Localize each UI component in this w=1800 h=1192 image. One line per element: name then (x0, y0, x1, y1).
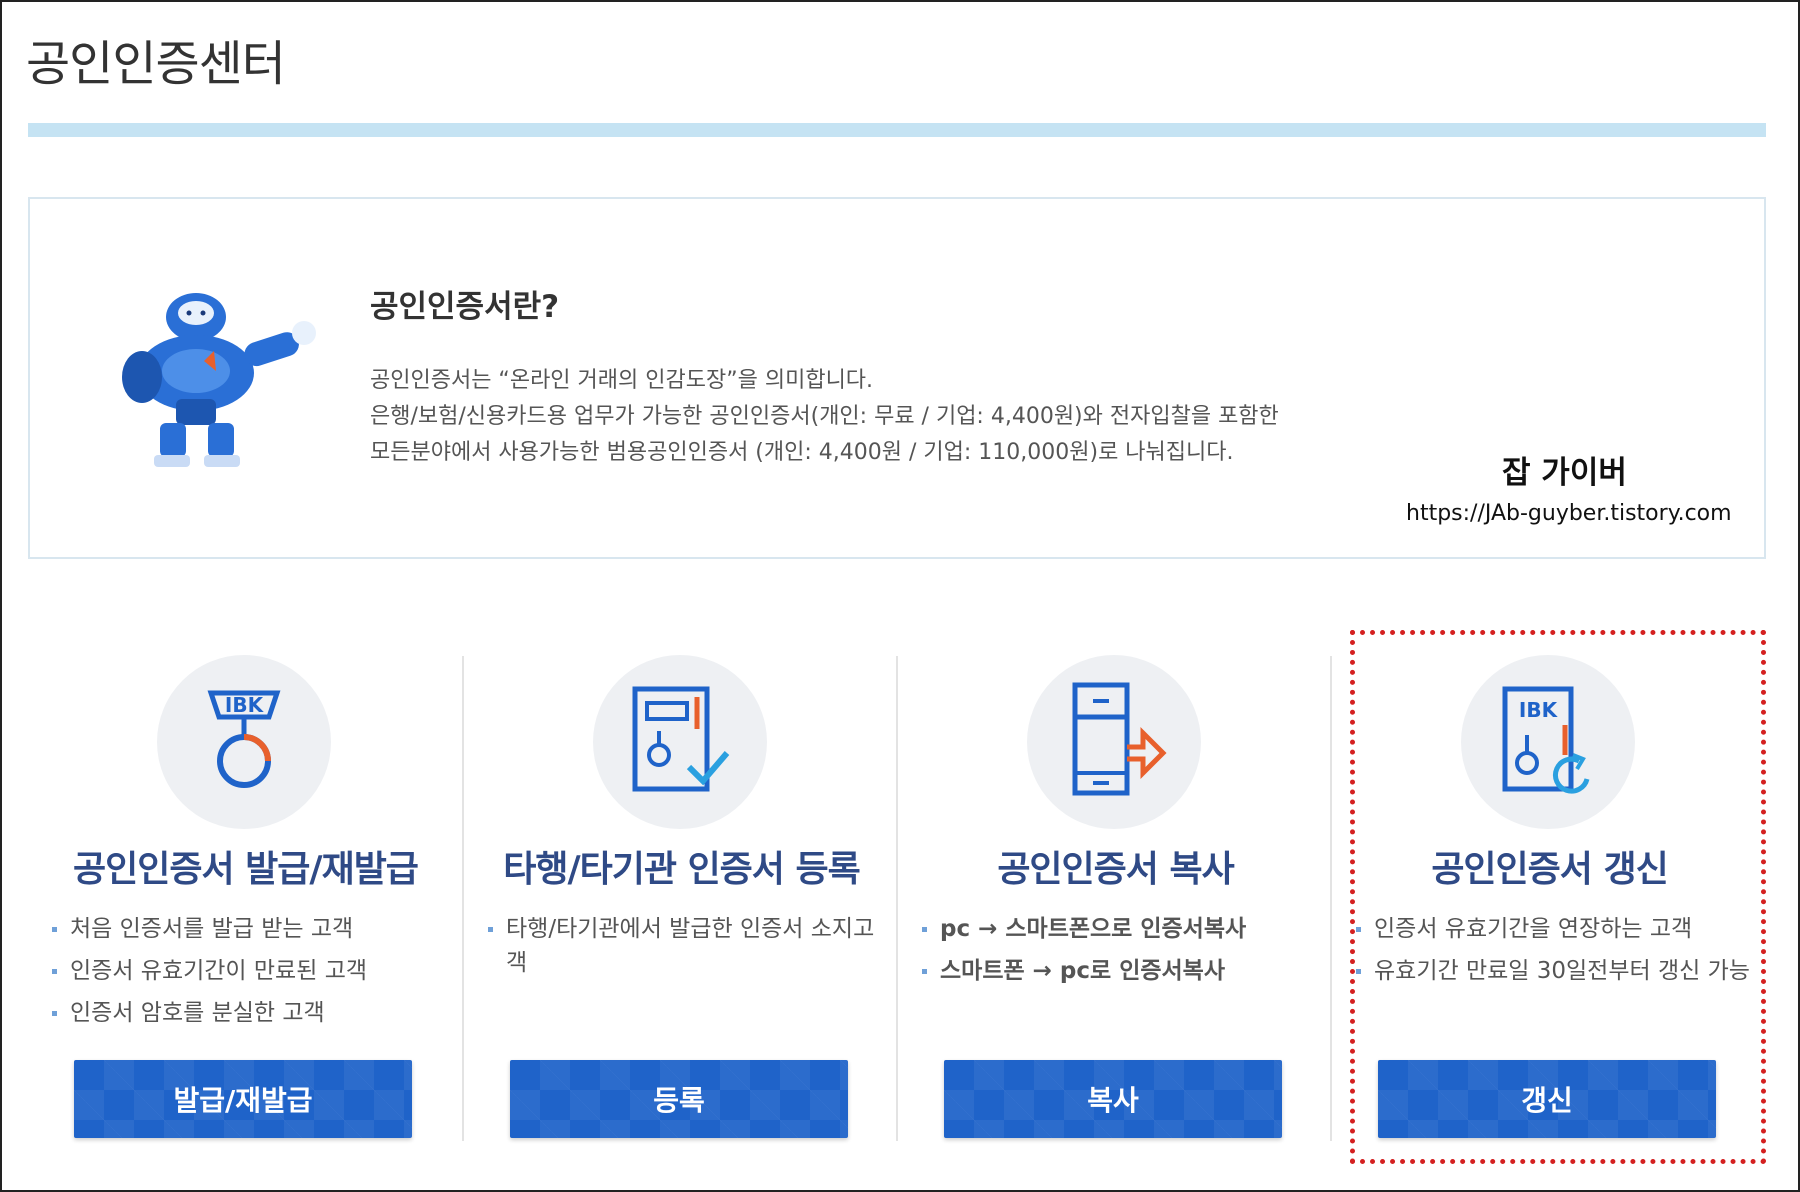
watermark-url: https://JAb-guyber.tistory.com (1406, 501, 1732, 526)
intro-line: 공인인증서는 “온라인 거래의 인감도장”을 의미합니다. (370, 368, 874, 393)
card-bullets: 인증서 유효기간을 연장하는 고객 유효기간 만료일 30일전부터 갱신 가능 (1352, 912, 1752, 996)
intro-box: 공인인증서란? 공인인증서는 “온라인 거래의 인감도장”을 의미합니다. 은행… (28, 197, 1766, 559)
list-item: 인증서 암호를 분실한 고객 (48, 996, 448, 1030)
list-item: 스마트폰 → pc로 인증서복사 (918, 954, 1318, 988)
card-copy: 공인인증서 복사 pc → 스마트폰으로 인증서복사 스마트폰 → pc로 인증… (898, 652, 1333, 1142)
list-item: 처음 인증서를 발급 받는 고객 (48, 912, 448, 946)
card-renew: IBK 공인인증서 갱신 인증서 유효기간을 연장하는 고객 유효기간 만료일 … (1332, 652, 1767, 1142)
issue-button[interactable]: 발급/재발급 (74, 1060, 412, 1138)
list-item: 인증서 유효기간을 연장하는 고객 (1352, 912, 1752, 946)
copy-button[interactable]: 복사 (944, 1060, 1282, 1138)
card-title: 공인인증서 발급/재발급 (73, 849, 419, 890)
card-bullets: 타행/타기관에서 발급한 인증서 소지고객 (484, 912, 884, 988)
list-item: 타행/타기관에서 발급한 인증서 소지고객 (484, 912, 884, 980)
certificate-check-icon (632, 686, 730, 792)
intro-description: 공인인증서는 “온라인 거래의 인감도장”을 의미합니다. 은행/보험/신용카드… (370, 363, 1279, 471)
ibk-medal-icon: IBK (207, 690, 281, 788)
title-underline-bar (28, 123, 1766, 137)
list-item: 유효기간 만료일 30일전부터 갱신 가능 (1352, 954, 1752, 988)
watermark-title: 잡 가이버 (1502, 455, 1627, 491)
list-item: 인증서 유효기간이 만료된 고객 (48, 954, 448, 988)
svg-text:IBK: IBK (225, 693, 265, 717)
intro-heading: 공인인증서란? (370, 289, 560, 325)
service-cards: IBK 공인인증서 발급/재발급 처음 인증서를 발급 받는 고객 인증서 유효… (28, 652, 1766, 1142)
icon-circle (593, 655, 767, 829)
window-frame: 공인인증센터 공인인증서란? 공인인증서는 “온라인 거래의 인감도장”을 의미… (0, 0, 1800, 1192)
card-register: 타행/타기관 인증서 등록 타행/타기관에서 발급한 인증서 소지고객 등록 (464, 652, 899, 1142)
phone-transfer-icon (1072, 682, 1167, 796)
renew-button[interactable]: 갱신 (1378, 1060, 1716, 1138)
svg-text:IBK: IBK (1519, 698, 1559, 722)
card-bullets: 처음 인증서를 발급 받는 고객 인증서 유효기간이 만료된 고객 인증서 암호… (48, 912, 448, 1038)
icon-circle: IBK (1461, 655, 1635, 829)
intro-line: 은행/보험/신용카드용 업무가 가능한 공인인증서(개인: 무료 / 기업: 4… (370, 404, 1279, 429)
card-issue: IBK 공인인증서 발급/재발급 처음 인증서를 발급 받는 고객 인증서 유효… (28, 652, 463, 1142)
icon-circle: IBK (157, 655, 331, 829)
intro-line: 모든분야에서 사용가능한 범용공인인증서 (개인: 4,400원 / 기업: 1… (370, 440, 1234, 465)
page-title: 공인인증센터 (26, 36, 286, 92)
card-title: 타행/타기관 인증서 등록 (503, 849, 860, 890)
card-title: 공인인증서 복사 (997, 849, 1234, 890)
icon-circle (1027, 655, 1201, 829)
card-bullets: pc → 스마트폰으로 인증서복사 스마트폰 → pc로 인증서복사 (918, 912, 1318, 996)
ibk-renew-icon: IBK (1502, 686, 1590, 794)
card-title: 공인인증서 갱신 (1431, 849, 1668, 890)
list-item: pc → 스마트폰으로 인증서복사 (918, 912, 1318, 946)
register-button[interactable]: 등록 (510, 1060, 848, 1138)
mascot-robot-icon (122, 293, 316, 467)
